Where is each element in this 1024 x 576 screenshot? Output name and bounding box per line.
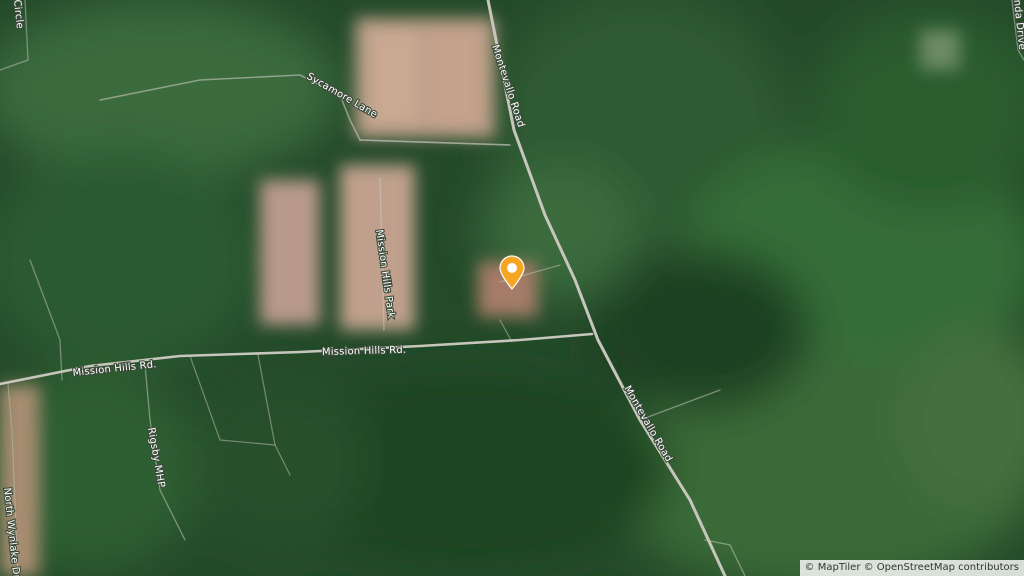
- location-pin-icon[interactable]: [497, 255, 527, 291]
- map-view[interactable]: Montevallo Road Montevallo Road Mission …: [0, 0, 1024, 576]
- osm-attribution-link[interactable]: © OpenStreetMap contributors: [864, 562, 1019, 573]
- mission-hills-rd-label-east: Mission Hills Rd.: [322, 345, 407, 358]
- map-attribution: © MapTiler © OpenStreetMap contributors: [799, 560, 1024, 576]
- maptiler-attribution-link[interactable]: © MapTiler: [805, 562, 861, 573]
- pin-center: [507, 263, 517, 273]
